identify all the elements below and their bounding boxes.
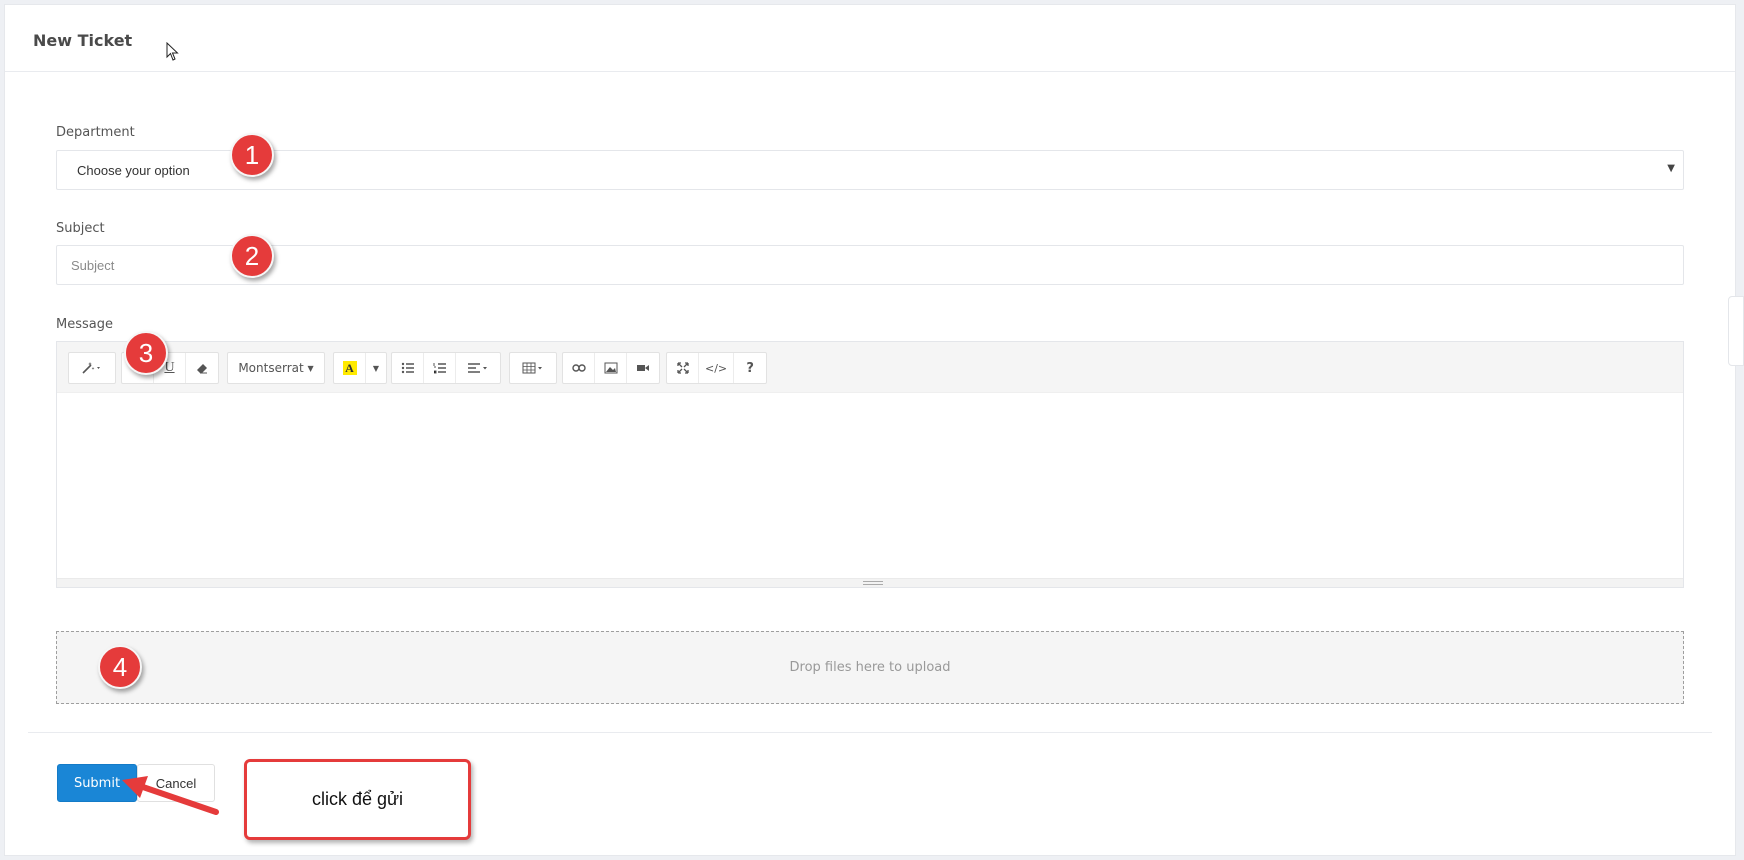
message-textarea[interactable] bbox=[57, 393, 1683, 578]
image-icon[interactable] bbox=[595, 353, 627, 383]
footer-divider bbox=[28, 732, 1712, 733]
annotation-badge-4: 4 bbox=[98, 645, 142, 689]
unordered-list-icon[interactable] bbox=[392, 353, 424, 383]
annotation-badge-2: 2 bbox=[230, 234, 274, 278]
caret-down-icon: ▼ bbox=[307, 363, 314, 373]
font-name-group: Montserrat ▼ bbox=[227, 352, 325, 384]
misc-group: </> ? bbox=[666, 352, 768, 384]
message-label: Message bbox=[56, 317, 113, 332]
annotation-badge-1: 1 bbox=[230, 133, 274, 177]
paragraph-group bbox=[391, 352, 501, 384]
video-icon[interactable] bbox=[627, 353, 659, 383]
font-name-dropdown[interactable]: Montserrat ▼ bbox=[228, 353, 324, 383]
subject-label: Subject bbox=[56, 221, 105, 236]
file-dropzone[interactable]: Drop files here to upload bbox=[56, 631, 1684, 704]
card-header: New Ticket bbox=[5, 5, 1735, 72]
align-dropdown-icon[interactable] bbox=[456, 353, 500, 383]
dropzone-text: Drop files here to upload bbox=[789, 660, 951, 675]
code-view-icon[interactable]: </> bbox=[699, 353, 735, 383]
table-group bbox=[509, 352, 557, 384]
editor-toolbar: B U Montserrat ▼ A ▼ bbox=[57, 342, 1683, 393]
arrow-icon bbox=[122, 776, 219, 815]
insert-group bbox=[562, 352, 660, 384]
fullscreen-icon[interactable] bbox=[667, 353, 699, 383]
caret-down-icon[interactable]: ▼ bbox=[366, 353, 386, 383]
caret-down-icon: ▼ bbox=[1667, 163, 1675, 174]
mouse-cursor-icon bbox=[166, 42, 179, 61]
eraser-icon[interactable] bbox=[186, 353, 218, 383]
subject-input[interactable] bbox=[56, 245, 1684, 285]
annotation-badge-3: 3 bbox=[124, 331, 168, 375]
side-floating-tab[interactable] bbox=[1728, 296, 1744, 366]
color-group: A ▼ bbox=[333, 352, 387, 384]
magic-wand-icon[interactable] bbox=[69, 353, 115, 383]
text-color-icon[interactable]: A bbox=[334, 353, 366, 383]
font-name-label: Montserrat bbox=[238, 361, 304, 375]
page-title: New Ticket bbox=[33, 31, 133, 50]
link-icon[interactable] bbox=[563, 353, 595, 383]
department-label: Department bbox=[56, 125, 135, 140]
table-icon[interactable] bbox=[510, 353, 556, 383]
department-select[interactable]: Choose your option ▼ bbox=[56, 150, 1684, 190]
style-group bbox=[68, 352, 116, 384]
annotation-callout: click để gửi bbox=[244, 759, 471, 840]
editor-resize-handle[interactable] bbox=[57, 578, 1683, 587]
message-editor: B U Montserrat ▼ A ▼ bbox=[56, 341, 1684, 588]
help-icon[interactable]: ? bbox=[734, 353, 766, 383]
department-selected-value: Choose your option bbox=[77, 163, 190, 178]
resize-grip-icon bbox=[863, 581, 883, 585]
ordered-list-icon[interactable] bbox=[424, 353, 456, 383]
